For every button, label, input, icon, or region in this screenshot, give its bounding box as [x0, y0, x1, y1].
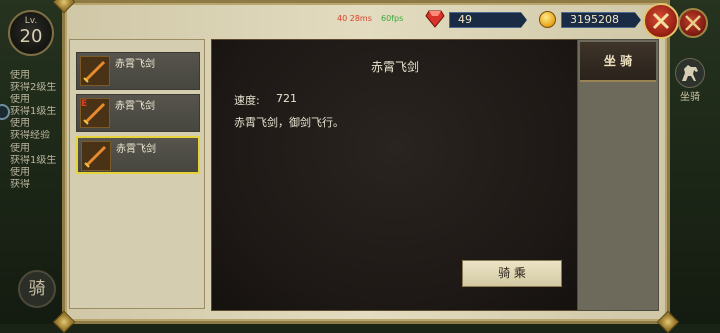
chat-line: 使用	[10, 118, 30, 130]
mount-list-item[interactable]: 赤霄飞剑	[76, 52, 200, 90]
equipped-mark: E	[81, 99, 88, 109]
flying-sword-icon	[81, 141, 111, 171]
close-icon	[652, 12, 670, 30]
mount-description: 赤霄飞剑，御剑飞行。	[234, 116, 344, 129]
level-value: 20	[19, 26, 43, 47]
flying-sword-icon	[80, 56, 110, 86]
side-menu-mount-label: 坐骑	[680, 92, 700, 103]
mount-list-item[interactable]: E 赤霄飞剑	[76, 94, 200, 132]
mount-detail: 赤霄飞剑 速度: 721 赤霄飞剑，御剑飞行。 骑 乘	[211, 39, 579, 311]
chat-line: 使用	[10, 70, 30, 81]
chat-line: 使用	[10, 94, 30, 106]
gem-icon	[425, 10, 445, 28]
resource-bar: 40 28ms 60fps 49 3195208	[75, 7, 661, 33]
horse-icon	[675, 58, 705, 88]
mount-list[interactable]: 赤霄飞剑 E 赤霄飞剑 赤霄飞剑	[69, 39, 205, 309]
ping-readout: 40 28ms	[337, 14, 372, 23]
level-badge[interactable]: Lv. 20	[8, 10, 54, 56]
mount-title: 赤霄飞剑	[370, 60, 419, 74]
mount-name: 赤霄飞剑	[115, 101, 155, 112]
tab-column: 坐 骑	[577, 39, 659, 311]
crossed-swords-icon	[685, 15, 701, 31]
chat-line: 获得1级生	[10, 154, 57, 166]
mount-list-item-selected[interactable]: 赤霄飞剑	[76, 136, 200, 174]
chat-line: 获得	[10, 178, 30, 190]
mount-name: 赤霄飞剑	[116, 144, 156, 155]
mount-panel: 40 28ms 60fps 49 3195208 赤霄飞剑 E 赤霄飞剑 赤霄飞…	[52, 0, 680, 333]
mount-name: 赤霄飞剑	[115, 59, 155, 70]
panel-close-button[interactable]	[643, 3, 679, 39]
gem-count: 49	[449, 12, 527, 28]
chat-log: 使用 获得2级生 使用 获得1级生 使用 获得经验 使用 获得1级生 使用 获得	[10, 70, 70, 191]
gold-count: 3195208	[561, 12, 641, 28]
speed-label: 速度:	[234, 94, 260, 107]
speed-value: 721	[276, 92, 297, 105]
tab-mount[interactable]: 坐 骑	[580, 42, 656, 82]
chat-line: 使用	[10, 166, 30, 178]
quick-ride-button[interactable]: 骑	[18, 270, 56, 308]
gold-coin-icon	[539, 11, 556, 28]
fps-readout: 60fps	[381, 14, 404, 23]
chat-line: 获得经验	[10, 130, 50, 142]
chat-line: 获得1级生	[10, 106, 57, 118]
crossed-swords-button[interactable]	[678, 8, 708, 38]
chat-line: 获得2级生	[10, 82, 57, 94]
side-menu-mount[interactable]: 坐骑	[672, 58, 708, 103]
ride-button[interactable]: 骑 乘	[462, 260, 562, 287]
chat-line: 使用	[10, 142, 30, 154]
